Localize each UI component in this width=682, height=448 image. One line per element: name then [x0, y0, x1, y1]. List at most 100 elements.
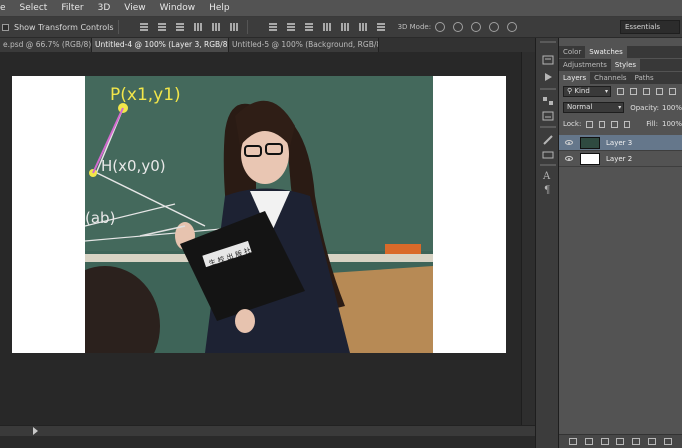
distribute-tools	[264, 22, 390, 32]
visibility-eye-icon[interactable]	[565, 156, 573, 161]
layer-thumbnail	[580, 153, 600, 165]
paragraph-icon[interactable]: ¶	[542, 184, 554, 194]
panel-grip[interactable]	[540, 164, 556, 166]
distribute-top-icon[interactable]	[268, 22, 278, 32]
blend-row: Normal ▾ Opacity: 100%	[559, 102, 682, 113]
distribute-hcenter-icon[interactable]	[340, 22, 350, 32]
add-mask-icon[interactable]	[600, 438, 609, 445]
opacity-input[interactable]: 100%	[662, 104, 682, 112]
svg-text:A: A	[542, 171, 551, 180]
auto-align-icon[interactable]	[376, 22, 386, 32]
document-tabs: e.psd @ 66.7% (RGB/8) *× Untitled-4 @ 10…	[0, 38, 535, 52]
layer-photo[interactable]: P(x1,y1) H(x0,y0) (ab) 生 校 出 版 社	[85, 76, 433, 353]
filter-smart-icon[interactable]	[669, 88, 676, 95]
filter-adjust-icon[interactable]	[630, 88, 637, 95]
align-bottom-icon[interactable]	[175, 22, 185, 32]
tab-styles[interactable]: Styles	[610, 59, 641, 71]
tab-paths[interactable]: Paths	[631, 72, 658, 84]
filter-pixel-icon[interactable]	[617, 88, 624, 95]
workspace-switcher[interactable]: Essentials	[620, 20, 680, 34]
tab-color[interactable]: Color	[559, 46, 585, 58]
align-right-icon[interactable]	[229, 22, 239, 32]
doc-tab-label: Untitled-4 @ 100% (Layer 3, RGB/8) *	[95, 40, 229, 49]
properties-icon[interactable]	[542, 96, 554, 106]
classroom-photo: P(x1,y1) H(x0,y0) (ab) 生 校 出 版 社	[85, 76, 433, 353]
tab-layers[interactable]: Layers	[559, 72, 591, 84]
brush-presets-icon[interactable]	[542, 150, 554, 160]
filter-shape-icon[interactable]	[656, 88, 663, 95]
opacity-label: Opacity:	[630, 103, 659, 112]
new-group-icon[interactable]	[632, 438, 641, 445]
layer-thumbnail	[580, 137, 600, 149]
color-panel-tabs: Color Swatches	[559, 46, 682, 58]
filter-type-icon[interactable]	[643, 88, 650, 95]
chalk-ab-label: (ab)	[85, 209, 115, 227]
blend-mode-dropdown[interactable]: Normal ▾	[563, 102, 625, 113]
3d-drag-icon[interactable]	[471, 22, 482, 32]
visibility-eye-icon[interactable]	[565, 140, 573, 145]
menu-help[interactable]: Help	[202, 0, 237, 17]
panel-grip[interactable]	[540, 88, 556, 90]
show-transform-checkbox[interactable]	[2, 23, 9, 31]
tab-adjustments[interactable]: Adjustments	[559, 59, 611, 71]
blend-mode-value: Normal	[567, 103, 593, 111]
3d-roll-icon[interactable]	[453, 22, 464, 32]
distribute-right-icon[interactable]	[358, 22, 368, 32]
actions-play-icon[interactable]	[542, 72, 554, 82]
play-icon[interactable]	[33, 427, 38, 435]
divider	[117, 20, 119, 34]
lock-transparent-icon[interactable]	[586, 120, 593, 128]
fx-icon[interactable]	[584, 438, 593, 445]
distribute-bottom-icon[interactable]	[304, 22, 314, 32]
adjustment-layer-icon[interactable]	[616, 438, 625, 445]
character-icon[interactable]: A	[542, 170, 554, 180]
right-panels: Color Swatches Adjustments Styles Layers…	[559, 38, 682, 448]
vertical-scrollbar[interactable]	[521, 52, 535, 425]
doc-tab[interactable]: Untitled-5 @ 100% (Background, RGB/8) *×	[229, 38, 379, 52]
tab-channels[interactable]: Channels	[590, 72, 630, 84]
trash-icon[interactable]	[663, 438, 672, 445]
menu-3d[interactable]: 3D	[91, 0, 118, 17]
new-layer-icon[interactable]	[648, 438, 657, 445]
distribute-vcenter-icon[interactable]	[286, 22, 296, 32]
lock-pixels-icon[interactable]	[598, 120, 606, 128]
3d-slide-icon[interactable]	[489, 22, 500, 32]
3d-scale-icon[interactable]	[507, 22, 518, 32]
menu-select[interactable]: Select	[13, 0, 55, 17]
kind-filter-dropdown[interactable]: ⚲ Kind ▾	[563, 86, 611, 97]
doc-tab-active[interactable]: Untitled-4 @ 100% (Layer 3, RGB/8) *×	[92, 38, 229, 52]
lock-all-icon[interactable]	[623, 120, 631, 128]
panel-grip[interactable]	[540, 126, 556, 128]
tab-swatches[interactable]: Swatches	[585, 46, 627, 58]
align-vcenter-icon[interactable]	[157, 22, 167, 32]
kind-label: Kind	[574, 87, 590, 95]
distribute-left-icon[interactable]	[322, 22, 332, 32]
layer-row-layer-2[interactable]: Layer 2	[559, 151, 682, 167]
layer-name[interactable]: Layer 3	[606, 135, 632, 151]
brush-icon[interactable]	[542, 135, 554, 145]
chalk-p-label: P(x1,y1)	[110, 85, 181, 105]
lock-position-icon[interactable]	[611, 120, 618, 128]
layer-row-layer-3[interactable]: Layer 3	[559, 135, 682, 151]
3d-rotate-icon[interactable]	[435, 22, 446, 32]
info-icon[interactable]	[542, 111, 554, 121]
menu-filter[interactable]: Filter	[54, 0, 90, 17]
doc-tab-label: e.psd @ 66.7% (RGB/8) *	[3, 40, 92, 49]
canvas-area[interactable]: P(x1,y1) H(x0,y0) (ab) 生 校 出 版 社	[0, 52, 521, 425]
panel-icon-column: A ¶	[535, 38, 559, 448]
chevron-down-icon: ▾	[604, 88, 608, 95]
align-top-icon[interactable]	[139, 22, 149, 32]
link-layers-icon[interactable]	[568, 438, 577, 445]
menu-view[interactable]: View	[117, 0, 152, 17]
fill-input[interactable]: 100%	[662, 120, 682, 128]
3d-mode-label: 3D Mode:	[397, 23, 432, 31]
panel-grip[interactable]	[540, 41, 556, 43]
history-icon[interactable]	[542, 55, 554, 65]
align-left-icon[interactable]	[193, 22, 203, 32]
lock-label: Lock:	[563, 120, 582, 128]
menu-image[interactable]: e	[0, 0, 13, 17]
menu-window[interactable]: Window	[153, 0, 203, 17]
align-hcenter-icon[interactable]	[211, 22, 221, 32]
doc-tab[interactable]: e.psd @ 66.7% (RGB/8) *×	[0, 38, 92, 52]
layer-name[interactable]: Layer 2	[606, 151, 632, 167]
